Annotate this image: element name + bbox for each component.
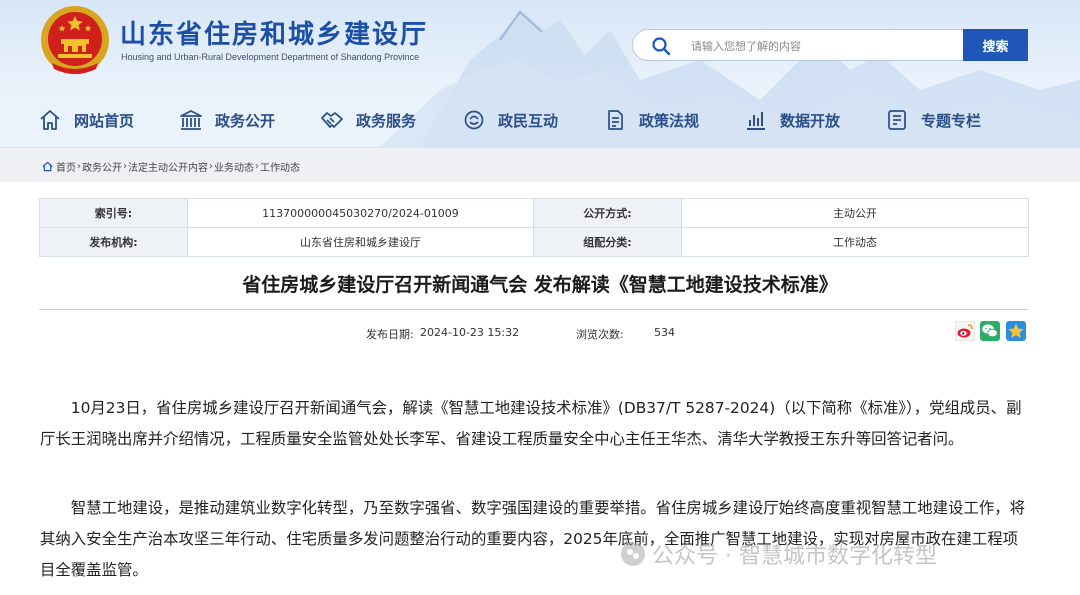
nav-item-open-data[interactable]: 数据开放	[744, 106, 840, 134]
publish-date-value: 2024-10-23 15:32	[420, 326, 520, 339]
site-title: 山东省住房和城乡建设厅	[120, 20, 429, 50]
search-box	[632, 29, 964, 61]
nav-item-policies-regulations[interactable]: 政策法规	[603, 106, 699, 134]
watermark-text: 公众号 · 智慧城市数字化转型	[652, 544, 937, 569]
wechat-official-account-icon	[621, 542, 645, 566]
category-value: 工作动态	[681, 227, 1029, 257]
breadcrumb-separator: ›	[209, 161, 213, 172]
site-subtitle: Housing and Urban-Rural Development Depa…	[121, 52, 420, 62]
category-label: 组配分类:	[533, 227, 682, 257]
disclosure-value: 主动公开	[681, 198, 1029, 228]
national-emblem	[41, 6, 109, 74]
breadcrumb-statutory-disclosure[interactable]: 法定主动公开内容	[128, 159, 208, 174]
disclosure-label: 公开方式:	[533, 198, 682, 228]
article-title: 省住房城乡建设厅召开新闻通气会 发布解读《智慧工地建设技术标准》	[242, 274, 838, 296]
handshake-icon	[321, 112, 343, 128]
table-row: 发布机构: 山东省住房和城乡建设厅 组配分类: 工作动态	[39, 227, 1029, 257]
publisher-label: 发布机构:	[39, 227, 188, 257]
weibo-icon[interactable]	[955, 321, 975, 341]
document-icon	[608, 110, 623, 130]
main-nav: 网站首页 政务公开 政务服务 政民互动 政策法规 数据开放 专题专栏	[0, 100, 1080, 140]
nav-item-public-interaction[interactable]: 政民互动	[462, 106, 558, 134]
interaction-icon	[464, 110, 484, 130]
index-value: 113700000045030270/2024-01009	[187, 198, 534, 228]
view-count-label: 浏览次数:	[576, 328, 624, 341]
site-header: 山东省住房和城乡建设厅 Housing and Urban-Rural Deve…	[0, 0, 1080, 147]
watermark: 公众号 · 智慧城市数字化转型	[620, 538, 937, 570]
wechat-icon[interactable]	[980, 321, 1000, 341]
breadcrumb-work-news[interactable]: 工作动态	[260, 159, 300, 174]
nav-item-special-topics[interactable]: 专题专栏	[885, 106, 981, 134]
index-label: 索引号:	[39, 198, 188, 228]
bar-chart-icon	[747, 112, 765, 130]
nav-item-home[interactable]: 网站首页	[38, 106, 134, 134]
article-paragraph: 10月23日，省住房城乡建设厅召开新闻通气会，解读《智慧工地建设技术标准》(DB…	[40, 399, 1022, 448]
nav-label: 政务服务	[356, 111, 417, 130]
breadcrumb-home[interactable]: 首页	[56, 159, 76, 174]
breadcrumb-government-affairs[interactable]: 政务公开	[82, 159, 122, 174]
table-row: 索引号: 113700000045030270/2024-01009 公开方式:…	[39, 198, 1029, 228]
nav-label: 政民互动	[498, 111, 559, 130]
nav-label: 政策法规	[639, 111, 700, 130]
nav-label: 专题专栏	[921, 111, 982, 130]
nav-label: 政务公开	[215, 111, 276, 130]
breadcrumb: 首页 › 政务公开 › 法定主动公开内容 › 业务动态 › 工作动态	[42, 159, 300, 174]
document-meta-table: 索引号: 113700000045030270/2024-01009 公开方式:…	[39, 198, 1029, 257]
search-icon	[652, 37, 671, 56]
nav-item-government-affairs[interactable]: 政务公开	[179, 106, 275, 134]
nav-item-government-services[interactable]: 政务服务	[320, 106, 416, 134]
nav-label: 网站首页	[74, 111, 135, 130]
title-divider	[39, 309, 1028, 310]
qzone-icon[interactable]	[1006, 321, 1026, 341]
view-count-value: 534	[654, 326, 675, 339]
nav-label: 数据开放	[780, 111, 841, 130]
search-button[interactable]: 搜索	[963, 29, 1028, 61]
publish-date-label: 发布日期:	[366, 328, 414, 341]
government-building-icon	[180, 110, 202, 130]
breadcrumb-separator: ›	[77, 161, 81, 172]
home-icon	[42, 161, 53, 172]
breadcrumb-separator: ›	[123, 161, 127, 172]
column-icon	[888, 110, 906, 130]
breadcrumb-separator: ›	[255, 161, 259, 172]
breadcrumb-bar: 首页 › 政务公开 › 法定主动公开内容 › 业务动态 › 工作动态	[0, 147, 1080, 182]
search-input[interactable]	[691, 37, 951, 55]
breadcrumb-business-news[interactable]: 业务动态	[214, 159, 254, 174]
publisher-value: 山东省住房和城乡建设厅	[187, 227, 534, 257]
home-icon	[40, 110, 60, 130]
